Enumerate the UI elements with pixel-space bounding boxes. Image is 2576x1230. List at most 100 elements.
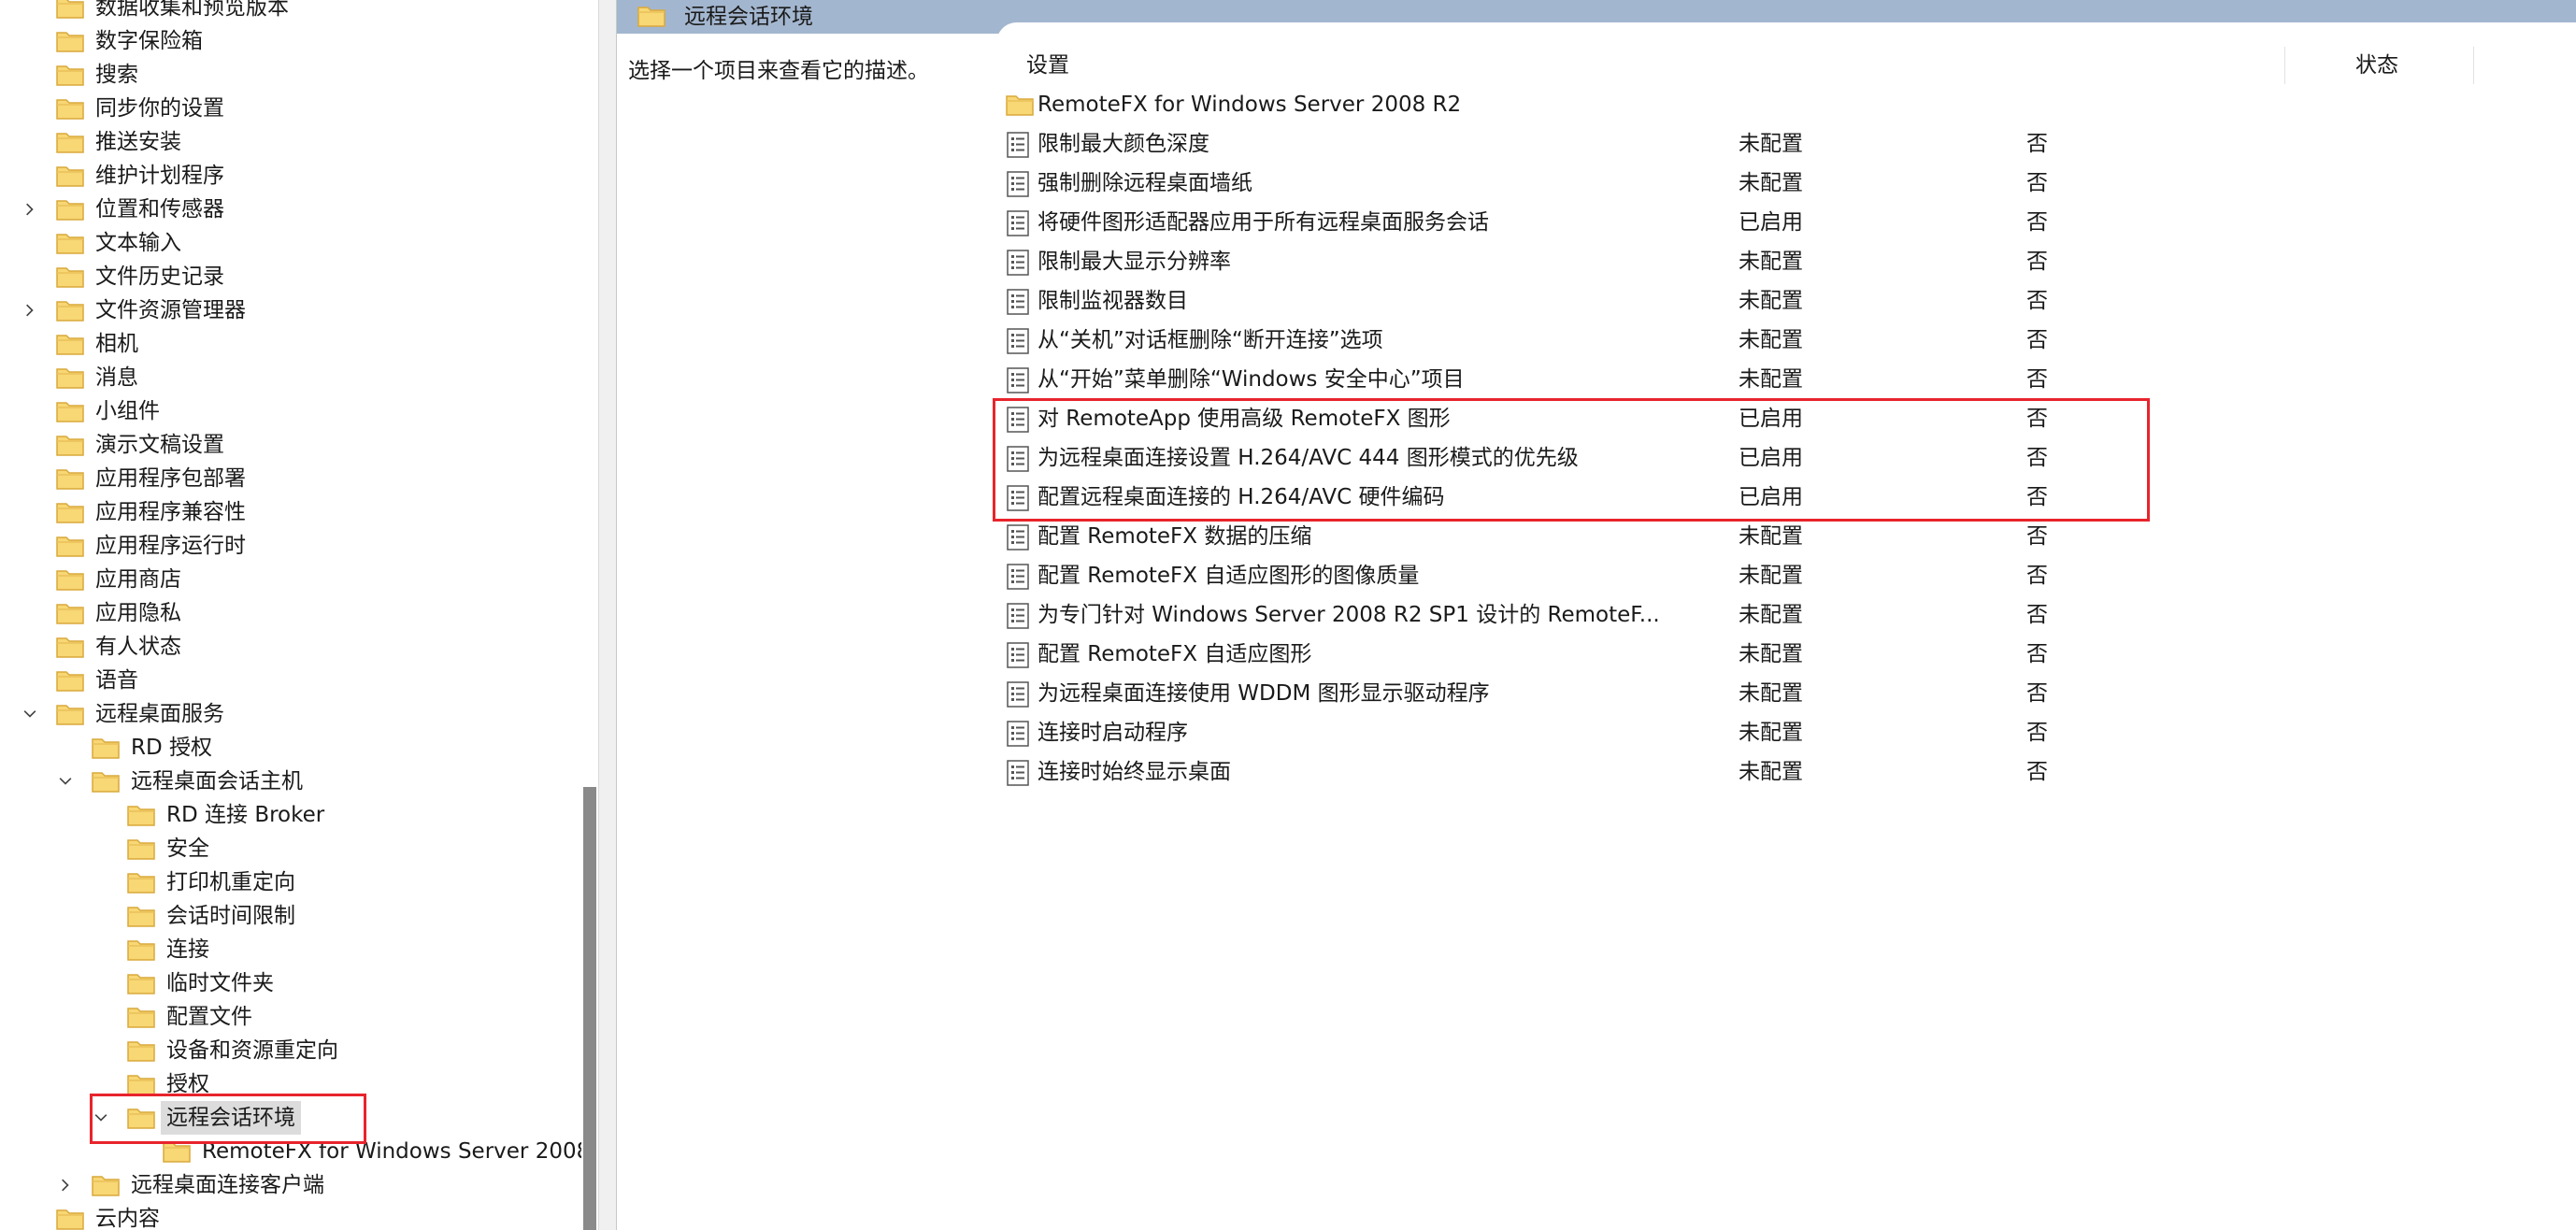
group-policy-editor-window: 数据收集和预览版本 数字保险箱搜索同步你的设置 推送安装维护计划程序位置和传感器 文本… xyxy=(0,0,2576,1230)
column-header-state[interactable]: 状态 xyxy=(2355,47,2398,84)
policy-row[interactable]: 强制删除远程桌面墙纸 未配置 否 xyxy=(998,164,2550,203)
tree-item-label: 云内容 xyxy=(95,1207,160,1230)
folder-icon xyxy=(637,7,665,27)
tree-item[interactable]: 配置文件 xyxy=(0,1000,581,1034)
tree-item[interactable]: 远程桌面连接客户端 xyxy=(0,1168,581,1202)
policy-row[interactable]: 从“开始”菜单删除“Windows 安全中心”项目 未配置 否 xyxy=(998,360,2550,399)
tree-item[interactable]: 会话时间限制 xyxy=(0,899,581,933)
tree-item[interactable]: 有人状态 xyxy=(0,630,581,664)
tree-item[interactable]: 连接 xyxy=(0,933,581,966)
policy-row[interactable]: 从“关机”对话框删除“断开连接”选项 未配置 否 xyxy=(998,321,2550,360)
tree-item[interactable]: 安全 xyxy=(0,832,581,865)
tree-item[interactable]: 小组件 xyxy=(0,394,581,428)
setting-comment: 否 xyxy=(2026,289,2048,313)
tree-item[interactable]: 位置和传感器 xyxy=(0,193,581,226)
tree-item-label: 应用程序包部署 xyxy=(95,466,246,491)
tree-item-label: 搜索 xyxy=(95,63,138,87)
tree-item[interactable]: 文本输入 xyxy=(0,226,581,260)
policy-row[interactable]: 连接时始终显示桌面 未配置 否 xyxy=(998,752,2550,792)
setting-state: 未配置 xyxy=(1739,564,1803,588)
tree-item[interactable]: 应用程序运行时 xyxy=(0,529,581,563)
tree-item-label: 有人状态 xyxy=(95,635,181,659)
pane-splitter[interactable] xyxy=(598,0,617,1230)
policy-row[interactable]: 配置 RemoteFX 自适应图形的图像质量 未配置 否 xyxy=(998,556,2550,595)
column-header-setting[interactable]: 设置 xyxy=(1026,47,1069,84)
tree-item[interactable]: 云内容 xyxy=(0,1202,581,1230)
tree-item[interactable]: RD 连接 Broker xyxy=(0,798,581,832)
tree-item[interactable]: 同步你的设置 xyxy=(0,92,581,125)
tree-item-label: 应用隐私 xyxy=(95,601,181,625)
tree-item[interactable]: 数字保险箱 xyxy=(0,24,581,58)
tree-scrollbar-thumb[interactable] xyxy=(583,787,596,1230)
chevron-right-icon[interactable] xyxy=(19,299,41,322)
tree-item[interactable]: 应用商店 xyxy=(0,563,581,596)
policy-row[interactable]: 限制最大显示分辨率 未配置 否 xyxy=(998,242,2550,281)
tree-item-label: 连接 xyxy=(166,937,209,962)
folder-icon xyxy=(56,96,84,121)
tree-item-label: 同步你的设置 xyxy=(95,96,224,121)
column-divider[interactable] xyxy=(2473,47,2474,84)
tree-item[interactable]: 演示文稿设置 xyxy=(0,428,581,462)
policy-tree-pane[interactable]: 数据收集和预览版本 数字保险箱搜索同步你的设置 推送安装维护计划程序位置和传感器 文本… xyxy=(0,0,581,1230)
tree-item[interactable]: 应用程序包部署 xyxy=(0,462,581,495)
folder-icon xyxy=(56,567,84,592)
tree-item[interactable]: 设备和资源重定向 xyxy=(0,1034,581,1067)
details-header-title: 远程会话环境 xyxy=(684,5,813,29)
tree-item[interactable]: 文件资源管理器 xyxy=(0,293,581,327)
policy-row[interactable]: 连接时启动程序 未配置 否 xyxy=(998,713,2550,752)
policy-setting-icon xyxy=(1006,681,1030,708)
tree-item-label: 维护计划程序 xyxy=(95,164,224,188)
column-divider[interactable] xyxy=(2284,47,2285,84)
tree-item[interactable]: RD 授权 xyxy=(0,731,581,765)
tree-item[interactable]: 推送安装 xyxy=(0,125,581,159)
tree-item-label: 文件历史记录 xyxy=(95,265,224,289)
tree-item[interactable]: 搜索 xyxy=(0,58,581,92)
folder-icon xyxy=(127,971,155,995)
list-folder-row[interactable]: RemoteFX for Windows Server 2008 R2 xyxy=(998,85,2550,124)
setting-state: 未配置 xyxy=(1739,603,1803,627)
setting-name: 限制监视器数目 xyxy=(1038,289,1188,313)
setting-name: 连接时启动程序 xyxy=(1038,721,1188,745)
policy-row[interactable]: 为专门针对 Windows Server 2008 R2 SP1 设计的 Rem… xyxy=(998,595,2550,635)
policy-row[interactable]: 限制最大颜色深度 未配置 否 xyxy=(998,124,2550,164)
setting-state: 未配置 xyxy=(1739,681,1803,706)
folder-icon xyxy=(56,0,84,20)
tree-item[interactable]: 维护计划程序 xyxy=(0,159,581,193)
chevron-down-icon[interactable] xyxy=(19,703,41,725)
tree-item[interactable]: 打印机重定向 xyxy=(0,865,581,899)
tree-item[interactable]: 临时文件夹 xyxy=(0,966,581,1000)
setting-comment: 否 xyxy=(2026,328,2048,352)
tree-item[interactable]: 文件历史记录 xyxy=(0,260,581,293)
chevron-right-icon[interactable] xyxy=(54,1174,77,1196)
tree-item[interactable]: 相机 xyxy=(0,327,581,361)
tree-item-label: 相机 xyxy=(95,332,138,356)
tree-item[interactable]: 消息 xyxy=(0,361,581,394)
policy-setting-icon xyxy=(1006,760,1030,786)
tree-item[interactable]: 应用隐私 xyxy=(0,596,581,630)
folder-icon xyxy=(56,365,84,390)
policy-row[interactable]: 配置 RemoteFX 数据的压缩 未配置 否 xyxy=(998,517,2550,556)
setting-name: 从“关机”对话框删除“断开连接”选项 xyxy=(1038,328,1383,352)
folder-icon xyxy=(127,1005,155,1029)
policy-row[interactable]: 配置 RemoteFX 自适应图形 未配置 否 xyxy=(998,635,2550,674)
tree-item[interactable]: 远程桌面会话主机 xyxy=(0,765,581,798)
setting-state: 未配置 xyxy=(1739,524,1803,549)
tree-item-label: 文件资源管理器 xyxy=(95,298,246,322)
tree-item-label: 推送安装 xyxy=(95,130,181,154)
folder-icon xyxy=(127,904,155,928)
policy-row[interactable]: 为远程桌面连接使用 WDDM 图形显示驱动程序 未配置 否 xyxy=(998,674,2550,713)
setting-comment: 否 xyxy=(2026,603,2048,627)
tree-item[interactable]: 应用程序兼容性 xyxy=(0,495,581,529)
folder-icon xyxy=(1006,93,1034,119)
policy-row[interactable]: 限制监视器数目 未配置 否 xyxy=(998,281,2550,321)
tree-item-label: 消息 xyxy=(95,365,138,390)
chevron-right-icon[interactable] xyxy=(19,198,41,221)
tree-item[interactable]: 语音 xyxy=(0,664,581,697)
tree-item[interactable]: 数据收集和预览版本 xyxy=(0,0,581,24)
policy-row[interactable]: 将硬件图形适配器应用于所有远程桌面服务会话 已启用 否 xyxy=(998,203,2550,242)
policy-setting-icon xyxy=(1006,642,1030,668)
chevron-down-icon[interactable] xyxy=(54,770,77,793)
folder-icon xyxy=(56,130,84,154)
setting-name: 配置 RemoteFX 数据的压缩 xyxy=(1038,524,1312,549)
tree-item[interactable]: 远程桌面服务 xyxy=(0,697,581,731)
